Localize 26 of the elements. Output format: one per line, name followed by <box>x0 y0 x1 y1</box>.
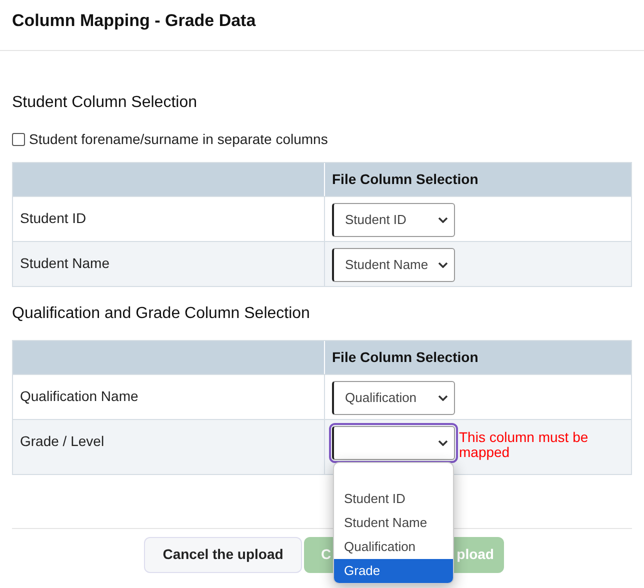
chevron-down-icon <box>438 440 448 446</box>
column-header: File Column Selection <box>331 170 480 188</box>
section-heading: Student Column Selection <box>11 92 198 112</box>
cancel-button[interactable]: Cancel the upload <box>144 536 302 572</box>
chevron-down-icon <box>438 216 448 222</box>
dropdown-option[interactable]: Student ID <box>334 486 453 510</box>
column-header: File Column Selection <box>331 348 480 366</box>
button-label-end: pload <box>456 545 494 564</box>
column-select[interactable]: Qualification <box>332 380 455 414</box>
checkbox-label: Student forename/surname in separate columns <box>29 130 328 149</box>
row-label: Student ID <box>20 210 86 226</box>
row-label: Student Name <box>20 254 110 270</box>
button-label-start: C <box>321 545 332 564</box>
dropdown-option[interactable]: Student Name <box>334 510 453 534</box>
chevron-down-icon <box>438 394 448 400</box>
section-heading: Qualification and Grade Column Selection <box>11 304 311 324</box>
column-select[interactable]: Student Name <box>332 248 455 282</box>
checkbox[interactable] <box>12 132 25 146</box>
column-select[interactable]: Student ID <box>332 202 455 236</box>
error-message: This column must be mapped <box>459 430 590 460</box>
row-label: Grade / Level <box>20 432 104 448</box>
page-title: Column Mapping - Grade Data <box>12 10 257 32</box>
row-label: Qualification Name <box>20 388 138 404</box>
dropdown-option[interactable]: Grade <box>334 558 453 582</box>
chevron-down-icon <box>438 262 448 268</box>
dropdown-option[interactable]: Qualification <box>334 534 453 558</box>
